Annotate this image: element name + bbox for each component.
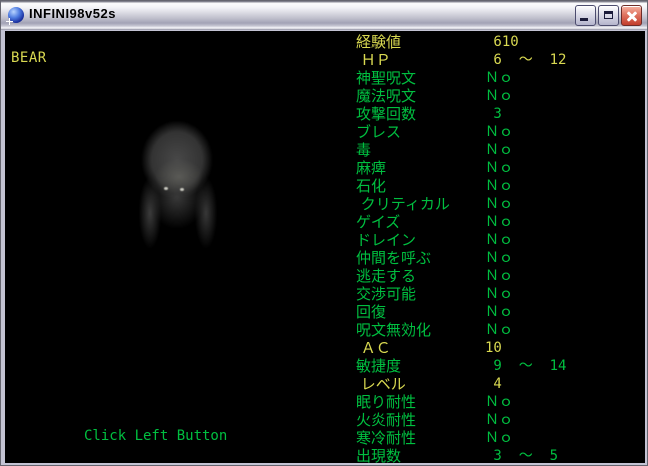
stat-label: ブレス bbox=[356, 123, 402, 141]
stat-label: 寒冷耐性 bbox=[356, 429, 417, 447]
stat-row: ゲイズ Ｎｏ bbox=[5, 213, 645, 231]
stat-row: ＨＰ 6 ～ 12 bbox=[5, 51, 645, 69]
stat-row: 出現数 3 ～ 5 bbox=[5, 447, 645, 463]
stat-label: 敏捷度 bbox=[356, 357, 402, 375]
stat-row: 火炎耐性 Ｎｏ bbox=[5, 411, 645, 429]
stat-label: 逃走する bbox=[356, 267, 417, 285]
stat-label: 眠り耐性 bbox=[356, 393, 417, 411]
minimize-icon bbox=[580, 18, 588, 21]
stat-row: 経験値 610 bbox=[5, 33, 645, 51]
stat-label: 出現数 bbox=[356, 447, 402, 463]
stat-row: 回復 Ｎｏ bbox=[5, 303, 645, 321]
stat-label: ゲイズ bbox=[356, 213, 401, 231]
stat-label: ＡＣ bbox=[356, 339, 391, 357]
stat-row: ドレイン Ｎｏ bbox=[5, 231, 645, 249]
maximize-button[interactable] bbox=[598, 5, 619, 26]
stat-value: 10 bbox=[485, 340, 502, 356]
minimize-button[interactable] bbox=[575, 5, 596, 26]
stat-value: Ｎｏ bbox=[485, 124, 513, 140]
stat-label: 仲間を呼ぶ bbox=[356, 249, 432, 267]
app-icon bbox=[6, 7, 24, 25]
stat-value: Ｎｏ bbox=[485, 196, 513, 212]
stat-row: 仲間を呼ぶ Ｎｏ bbox=[5, 249, 645, 267]
stat-row: レベル 4 bbox=[5, 375, 645, 393]
stat-row: ＡＣ 10 bbox=[5, 339, 645, 357]
stat-value: Ｎｏ bbox=[485, 286, 513, 302]
maximize-icon bbox=[604, 11, 613, 19]
stat-value: Ｎｏ bbox=[485, 412, 513, 428]
stat-label: 石化 bbox=[356, 177, 387, 195]
stat-value: Ｎｏ bbox=[485, 394, 513, 410]
stat-value: Ｎｏ bbox=[485, 160, 513, 176]
titlebar[interactable]: INFINI98v52s bbox=[1, 1, 647, 30]
stat-row: 毒 Ｎｏ bbox=[5, 141, 645, 159]
stat-label: ＨＰ bbox=[356, 51, 391, 69]
stat-row: 逃走する Ｎｏ bbox=[5, 267, 645, 285]
stat-value: 6 ～ 12 bbox=[485, 52, 567, 68]
stat-value: Ｎｏ bbox=[485, 250, 513, 266]
stat-label: 神聖呪文 bbox=[356, 69, 417, 87]
stat-value: Ｎｏ bbox=[485, 178, 513, 194]
stat-row: 攻撃回数 3 bbox=[5, 105, 645, 123]
stats-list: 経験値 610 ＨＰ 6 ～ 12 神聖呪文 Ｎｏ 魔法呪文 Ｎｏ 攻撃回数 3 ブレス Ｎｏ… bbox=[5, 33, 645, 463]
stat-row: 眠り耐性 Ｎｏ bbox=[5, 393, 645, 411]
stat-value: 3 bbox=[485, 106, 502, 122]
stat-value: Ｎｏ bbox=[485, 214, 513, 230]
stat-label: 火炎耐性 bbox=[356, 411, 417, 429]
stat-row: 呪文無効化 Ｎｏ bbox=[5, 321, 645, 339]
sparkle-icon bbox=[6, 18, 13, 25]
stat-value: Ｎｏ bbox=[485, 322, 513, 338]
stat-row: ブレス Ｎｏ bbox=[5, 123, 645, 141]
stat-label: クリティカル bbox=[356, 195, 450, 213]
stat-label: 麻痺 bbox=[356, 159, 387, 177]
stat-label: 呪文無効化 bbox=[356, 321, 432, 339]
stat-value: Ｎｏ bbox=[485, 70, 513, 86]
stat-value: Ｎｏ bbox=[485, 142, 513, 158]
stat-value: Ｎｏ bbox=[485, 304, 513, 320]
client-area[interactable]: BEAR Click Left Button 経験値 610 ＨＰ 6 ～ 12… bbox=[5, 31, 645, 463]
stat-row: 敏捷度 9 ～ 14 bbox=[5, 357, 645, 375]
window-controls bbox=[575, 5, 642, 26]
stat-row: 神聖呪文 Ｎｏ bbox=[5, 69, 645, 87]
stat-label: 毒 bbox=[356, 141, 372, 159]
stat-row: 交渉可能 Ｎｏ bbox=[5, 285, 645, 303]
app-window: INFINI98v52s BEAR Click Left Button 経験値 … bbox=[0, 0, 648, 466]
stat-row: 麻痺 Ｎｏ bbox=[5, 159, 645, 177]
stat-label: レベル bbox=[356, 375, 406, 393]
stat-row: 石化 Ｎｏ bbox=[5, 177, 645, 195]
stat-value: 4 bbox=[485, 376, 502, 392]
stat-label: 魔法呪文 bbox=[356, 87, 417, 105]
stat-row: 魔法呪文 Ｎｏ bbox=[5, 87, 645, 105]
stat-label: 攻撃回数 bbox=[356, 105, 417, 123]
stat-label: ドレイン bbox=[356, 231, 417, 249]
stat-label: 経験値 bbox=[356, 33, 402, 51]
stat-row: クリティカル Ｎｏ bbox=[5, 195, 645, 213]
stat-value: Ｎｏ bbox=[485, 268, 513, 284]
stat-value: 3 ～ 5 bbox=[485, 448, 559, 463]
stat-row: 寒冷耐性 Ｎｏ bbox=[5, 429, 645, 447]
stat-value: Ｎｏ bbox=[485, 88, 513, 104]
stat-value: Ｎｏ bbox=[485, 232, 513, 248]
window-title: INFINI98v52s bbox=[29, 6, 116, 21]
stat-label: 交渉可能 bbox=[356, 285, 417, 303]
stat-value: 610 bbox=[485, 34, 519, 50]
stat-value: Ｎｏ bbox=[485, 430, 513, 446]
close-button[interactable] bbox=[621, 5, 642, 26]
stat-label: 回復 bbox=[356, 303, 387, 321]
stat-value: 9 ～ 14 bbox=[485, 358, 567, 374]
